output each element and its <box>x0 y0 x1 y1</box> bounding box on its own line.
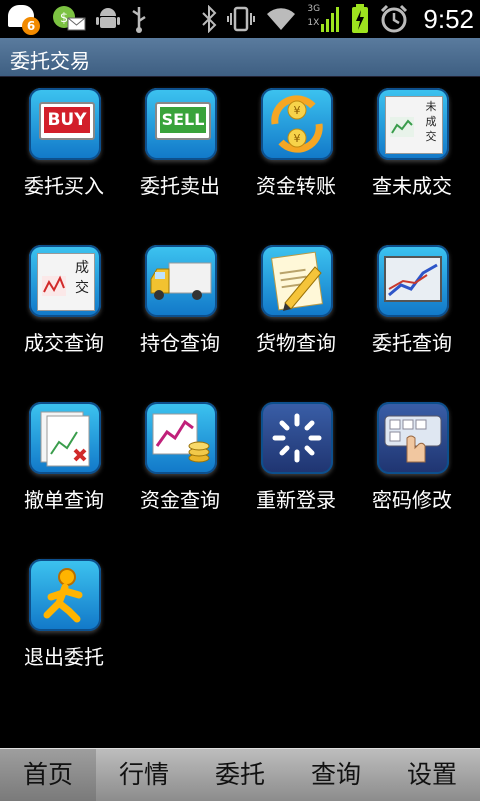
keyboard-hand-icon <box>377 402 449 474</box>
status-clock: 9:52 <box>423 3 474 34</box>
tile-cancel-query[interactable]: 撤单查询 <box>6 400 122 540</box>
tile-relogin[interactable]: 重新登录 <box>238 400 354 540</box>
tile-pending-orders[interactable]: 未成交 查未成交 <box>354 86 470 226</box>
bluetooth-icon <box>202 5 217 33</box>
tile-label: 委托买入 <box>24 174 104 198</box>
spinner-icon <box>261 402 333 474</box>
svg-text:$: $ <box>60 11 68 26</box>
tile-label: 委托查询 <box>372 331 452 355</box>
tab-settings[interactable]: 设置 <box>384 749 480 801</box>
sell-icon-text: SELL <box>160 107 206 133</box>
tile-label: 持仓查询 <box>140 331 220 355</box>
tile-funds-query[interactable]: 资金查询 <box>122 400 238 540</box>
status-bar: 6 $ 3G 1X 9:52 <box>0 0 480 38</box>
wifi-icon <box>267 8 296 30</box>
battery-charging-icon <box>352 4 369 33</box>
tile-entrust-sell[interactable]: SELL 委托卖出 <box>122 86 238 226</box>
tile-label: 查未成交 <box>372 174 452 198</box>
usb-icon <box>132 7 146 33</box>
truck-icon <box>145 245 217 317</box>
tile-label: 货物查询 <box>256 331 336 355</box>
tile-change-password[interactable]: 密码修改 <box>354 400 470 540</box>
cancel-order-icon <box>29 402 101 474</box>
buy-icon-text: BUY <box>44 107 90 133</box>
tab-market[interactable]: 行情 <box>96 749 192 801</box>
mail-app-icon: $ <box>53 6 86 31</box>
funds-chart-icon <box>145 402 217 474</box>
tab-home[interactable]: 首页 <box>0 749 96 801</box>
buy-icon: BUY <box>29 88 101 160</box>
vibrate-icon <box>227 6 256 32</box>
notification-badge-icon: 6 <box>6 3 42 35</box>
title-bar: 委托交易 <box>0 38 480 77</box>
page-title: 委托交易 <box>10 49 90 73</box>
tile-position-query[interactable]: 持仓查询 <box>122 243 238 383</box>
android-icon <box>96 8 120 28</box>
pending-orders-icon: 未成交 <box>377 88 449 160</box>
tile-label: 密码修改 <box>372 488 452 512</box>
signal-icon: 3G 1X <box>307 4 341 34</box>
pending-orders-icon-text: 未成交 <box>425 100 437 143</box>
tile-label: 资金转账 <box>256 174 336 198</box>
tile-label: 成交查询 <box>24 331 104 355</box>
money-transfer-icon: ¥ ¥ <box>261 88 333 160</box>
alarm-icon <box>381 4 408 33</box>
chart-screen-icon <box>377 245 449 317</box>
bottom-tab-bar: 首页 行情 委托 查询 设置 <box>0 748 480 801</box>
network-type-1x: 1X <box>307 18 320 28</box>
tab-entrust[interactable]: 委托 <box>192 749 288 801</box>
tile-goods-query[interactable]: 货物查询 <box>238 243 354 383</box>
tile-entrust-buy[interactable]: BUY 委托买入 <box>6 86 122 226</box>
tile-entrust-query[interactable]: 委托查询 <box>354 243 470 383</box>
tile-label: 撤单查询 <box>24 488 104 512</box>
tab-query[interactable]: 查询 <box>288 749 384 801</box>
exit-person-icon <box>29 559 101 631</box>
sell-icon: SELL <box>145 88 217 160</box>
document-pencil-icon <box>261 245 333 317</box>
tile-label: 资金查询 <box>140 488 220 512</box>
tile-label: 退出委托 <box>24 645 104 669</box>
tile-exit-entrust[interactable]: 退出委托 <box>6 557 122 697</box>
notification-count: 6 <box>22 17 40 35</box>
tile-label: 委托卖出 <box>140 174 220 198</box>
tile-label: 重新登录 <box>256 488 336 512</box>
network-type-3g: 3G <box>307 4 321 14</box>
svg-text:¥: ¥ <box>294 132 301 145</box>
tile-funds-transfer[interactable]: ¥ ¥ 资金转账 <box>238 86 354 226</box>
svg-text:¥: ¥ <box>294 104 301 117</box>
tile-deal-query[interactable]: 成交 成交查询 <box>6 243 122 383</box>
deal-query-icon-text: 成交 <box>75 260 89 296</box>
deal-query-icon: 成交 <box>29 245 101 317</box>
